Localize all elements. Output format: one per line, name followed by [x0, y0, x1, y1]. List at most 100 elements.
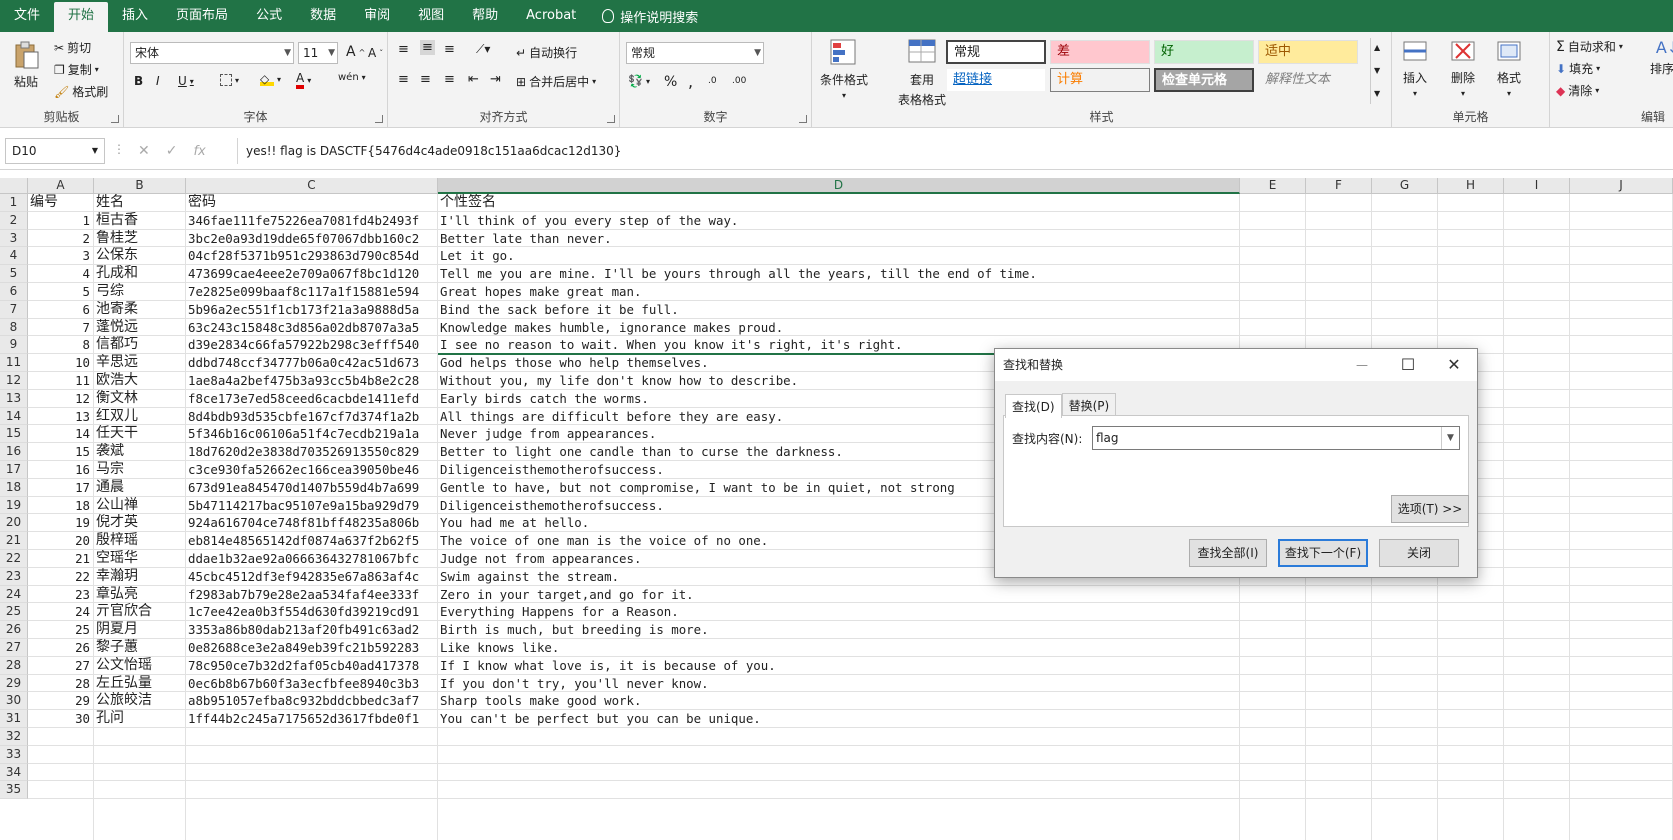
- cell-password[interactable]: 3353a86b80dab213af20fb491c63ad2: [186, 621, 438, 639]
- row-header-22[interactable]: 22: [0, 550, 28, 568]
- row-header-31[interactable]: 31: [0, 710, 28, 728]
- menu-home[interactable]: 开始: [54, 2, 109, 32]
- cell-id[interactable]: 5: [28, 283, 94, 301]
- style-bad[interactable]: 差: [1050, 40, 1150, 64]
- cell-name[interactable]: 辛思远: [94, 354, 186, 372]
- row-header-21[interactable]: 21: [0, 532, 28, 550]
- cell-password[interactable]: 04cf28f5371b951c293863d790c854d: [186, 247, 438, 266]
- menu-help[interactable]: 帮助: [458, 0, 512, 32]
- cell-signature[interactable]: Sharp tools make good work.: [438, 692, 1240, 711]
- align-center-icon[interactable]: ≡: [420, 72, 431, 87]
- format-painter-button[interactable]: 🖌 格式刷: [54, 83, 108, 100]
- shrink-font-button[interactable]: Aˇ: [368, 46, 383, 60]
- row-header-29[interactable]: 29: [0, 674, 28, 693]
- font-size-select[interactable]: 11 ▼: [298, 42, 338, 64]
- cell-password[interactable]: eb814e48565142df0874a637f2b62f5: [186, 532, 438, 550]
- font-color-button[interactable]: A ▾: [296, 72, 311, 89]
- cell-id[interactable]: 4: [28, 265, 94, 283]
- find-what-input[interactable]: flag ▼: [1092, 426, 1460, 450]
- cell-password[interactable]: 78c950ce7b32d2faf05cb40ad417378: [186, 656, 438, 675]
- cell-id[interactable]: 10: [28, 354, 94, 372]
- menu-review[interactable]: 审阅: [350, 0, 404, 32]
- select-all-corner[interactable]: [0, 178, 28, 194]
- row-header-9[interactable]: 9: [0, 336, 28, 355]
- cell-name[interactable]: 倪才英: [94, 514, 186, 533]
- styles-scroll[interactable]: ▲ ▼ ▼: [1370, 38, 1380, 104]
- cell-name[interactable]: 公文怡瑶: [94, 656, 186, 675]
- cell-id[interactable]: 6: [28, 300, 94, 319]
- cell-name[interactable]: 亓官欣合: [94, 603, 186, 622]
- cell-signature[interactable]: Better late than never.: [438, 230, 1240, 248]
- style-neutral[interactable]: 适中: [1258, 40, 1358, 64]
- maximize-icon[interactable]: ☐: [1385, 349, 1431, 381]
- chevron-down-icon[interactable]: ▼: [1441, 427, 1459, 449]
- cell-signature[interactable]: Bind the sack before it be full.: [438, 301, 1240, 319]
- cell-signature[interactable]: Zero in your target,and go for it.: [438, 586, 1240, 604]
- header-cell[interactable]: 密码: [186, 194, 438, 212]
- cell-password[interactable]: 0e82688ce3e2a849eb39fc21b592283: [186, 639, 438, 657]
- cell-signature[interactable]: If I know what love is, it is because of…: [438, 657, 1240, 675]
- cell-id[interactable]: 2: [28, 229, 94, 248]
- cell-id[interactable]: 28: [28, 674, 94, 693]
- grow-font-button[interactable]: A ^: [346, 44, 365, 60]
- cell-signature[interactable]: You can't be perfect but you can be uniq…: [438, 710, 1240, 728]
- row-header-13[interactable]: 13: [0, 389, 28, 408]
- cell-password[interactable]: 1c7ee42ea0b3f554d630fd39219cd91: [186, 603, 438, 622]
- cut-button[interactable]: ✂ 剪切: [54, 39, 91, 56]
- column-header-h[interactable]: H: [1438, 178, 1504, 194]
- cell-name[interactable]: 欧浩大: [94, 372, 186, 390]
- align-top-icon[interactable]: ≡: [398, 42, 409, 57]
- cell-name[interactable]: 左丘弘量: [94, 674, 186, 693]
- enter-icon[interactable]: ✓: [166, 143, 178, 159]
- sort-filter-button[interactable]: A↓ 排序和: [1650, 38, 1673, 77]
- conditional-format-button[interactable]: 条件格式 ▾: [820, 38, 868, 100]
- delete-cells-button[interactable]: 删除 ▾: [1450, 38, 1476, 98]
- row-header-7[interactable]: 7: [0, 300, 28, 319]
- cell-password[interactable]: 346fae111fe75226ea7081fd4b2493f: [186, 211, 438, 230]
- increase-decimal-button[interactable]: .0: [708, 76, 717, 86]
- cell-password[interactable]: c3ce930fa52662ec166cea39050be46: [186, 461, 438, 479]
- underline-button[interactable]: U ▾: [178, 74, 194, 88]
- phonetic-button[interactable]: wén ▾: [338, 72, 366, 83]
- insert-cells-button[interactable]: 插入 ▾: [1402, 38, 1428, 98]
- cell-password[interactable]: a8b951057efba8c932bddcbbedc3af7: [186, 692, 438, 711]
- percent-button[interactable]: %: [664, 74, 677, 90]
- row-header-14[interactable]: 14: [0, 407, 28, 426]
- row-header-6[interactable]: 6: [0, 283, 28, 301]
- cell-name[interactable]: 孔问: [94, 710, 186, 728]
- cell-name[interactable]: 袭斌: [94, 443, 186, 461]
- cell-id[interactable]: 8: [28, 336, 94, 355]
- cell-password[interactable]: 63c243c15848c3d856a02db8707a3a5: [186, 318, 438, 337]
- row-header-19[interactable]: 19: [0, 496, 28, 515]
- cell-name[interactable]: 桓古香: [94, 211, 186, 230]
- cell-signature[interactable]: Tell me you are mine. I'll be yours thro…: [438, 265, 1240, 283]
- decrease-indent-icon[interactable]: ⇤: [468, 72, 479, 87]
- cell-password[interactable]: ddbd748ccf34777b06a0c42ac51d673: [186, 354, 438, 372]
- cell-password[interactable]: 0ec6b8b67b60f3a3ecfbfee8940c3b3: [186, 674, 438, 693]
- row-header-32[interactable]: 32: [0, 728, 28, 746]
- row-header-4[interactable]: 4: [0, 247, 28, 266]
- cell-password[interactable]: ddae1b32ae92a066636432781067bfc: [186, 550, 438, 568]
- cell-id[interactable]: 20: [28, 532, 94, 550]
- cell-id[interactable]: 16: [28, 461, 94, 479]
- row-header-24[interactable]: 24: [0, 585, 28, 604]
- cell-id[interactable]: 13: [28, 407, 94, 426]
- minimize-icon[interactable]: —: [1339, 349, 1385, 381]
- cell-password[interactable]: 8d4bdb93d535cbfe167cf7d374f1a2b: [186, 407, 438, 426]
- cell-password[interactable]: 1ff44b2c245a7175652d3617fbde0f1: [186, 710, 438, 728]
- dialog-launcher-icon[interactable]: [111, 115, 119, 123]
- cell-id[interactable]: 21: [28, 550, 94, 568]
- format-cells-button[interactable]: 格式 ▾: [1496, 38, 1522, 98]
- align-bottom-icon[interactable]: ≡: [444, 42, 455, 57]
- cell-signature[interactable]: Everything Happens for a Reason.: [438, 603, 1240, 622]
- cell-signature[interactable]: Birth is much, but breeding is more.: [438, 621, 1240, 639]
- font-name-select[interactable]: 宋体 ▼: [130, 42, 294, 64]
- row-header-27[interactable]: 27: [0, 639, 28, 657]
- cell-id[interactable]: 7: [28, 318, 94, 337]
- column-header-a[interactable]: A: [28, 178, 94, 194]
- column-header-g[interactable]: G: [1372, 178, 1438, 194]
- cell-password[interactable]: 5f346b16c06106a51f4c7ecdb219a1a: [186, 425, 438, 444]
- cell-password[interactable]: 45cbc4512df3ef942835e67a863af4c: [186, 567, 438, 586]
- column-header-i[interactable]: I: [1504, 178, 1570, 194]
- column-header-j[interactable]: J: [1570, 178, 1673, 194]
